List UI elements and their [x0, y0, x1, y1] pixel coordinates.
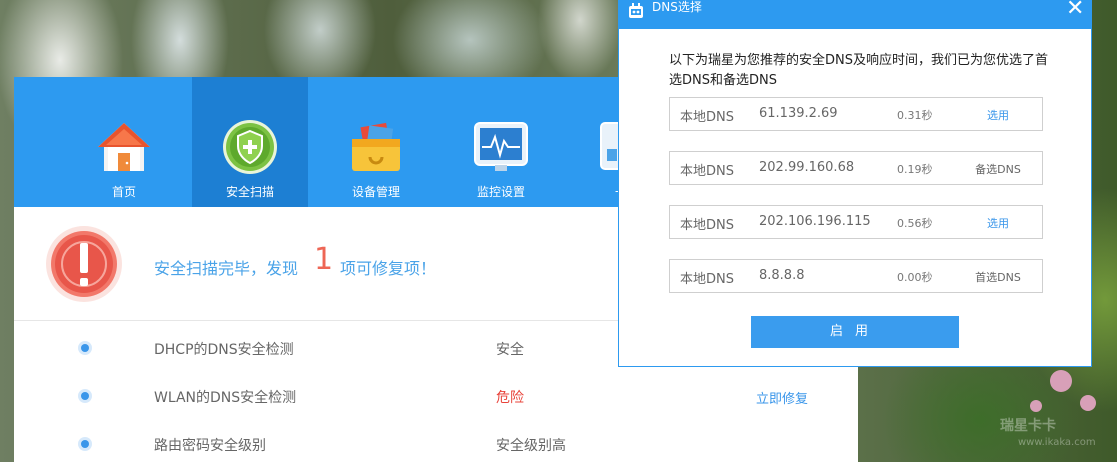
dns-response-time: 0.00秒 — [897, 271, 933, 284]
dns-response-time: 0.56秒 — [897, 217, 933, 230]
nav-label: 首页 — [111, 185, 136, 199]
wallpaper-flower — [1080, 395, 1096, 411]
watermark-logo: 瑞星卡卡 www.ikaka.com — [1000, 415, 1110, 455]
scan-result-suffix: 项可修复项！ — [340, 259, 437, 278]
bullet-icon — [78, 437, 92, 451]
dialog-description: 以下为瑞星为您推荐的安全DNS及响应时间，我们已为您优选了首选DNS和备选DNS — [669, 53, 1048, 88]
dns-ip: 202.106.196.115 — [759, 214, 871, 229]
choose-dns-link[interactable]: 选用 — [970, 215, 1026, 231]
dns-ip: 202.99.160.68 — [759, 160, 855, 175]
home-icon — [98, 123, 150, 171]
nav-home[interactable]: 首页 — [66, 77, 182, 207]
shield-plus-icon — [223, 120, 277, 174]
monitor-icon — [474, 122, 528, 171]
dns-row: 本地DNS 8.8.8.8 0.00秒 首选DNS — [669, 259, 1043, 293]
dialog-title-bar: DNS选择 ✕ — [619, 0, 1091, 29]
close-icon[interactable]: ✕ — [1066, 0, 1084, 20]
nav-monitor-settings[interactable]: 监控设置 — [443, 77, 559, 207]
choose-dns-link[interactable]: 选用 — [970, 107, 1026, 123]
fix-now-link[interactable]: 立即修复 — [756, 388, 808, 407]
nav-device-management[interactable]: 设备管理 — [318, 77, 434, 207]
nav-label: 安全扫描 — [225, 185, 274, 199]
dns-role-badge: 备选DNS — [975, 163, 1021, 176]
check-status: 危险 — [496, 390, 524, 406]
toolbox-icon — [352, 122, 400, 171]
watermark-text: 瑞星卡卡 — [1000, 418, 1056, 434]
dns-ip: 8.8.8.8 — [759, 268, 805, 283]
dns-label: 本地DNS — [680, 218, 734, 233]
dns-row: 本地DNS 202.106.196.115 0.56秒 选用 — [669, 205, 1043, 239]
app-logo-icon — [629, 3, 643, 18]
check-name: WLAN的DNS安全检测 — [154, 390, 297, 406]
dialog-title: DNS选择 — [652, 0, 702, 14]
nav-security-scan[interactable]: 安全扫描 — [192, 77, 308, 207]
dns-response-time: 0.31秒 — [897, 109, 933, 122]
check-name: DHCP的DNS安全检测 — [154, 342, 294, 358]
dns-ip: 61.139.2.69 — [759, 106, 838, 121]
dns-response-time: 0.19秒 — [897, 163, 933, 176]
nav-label: 监控设置 — [476, 185, 525, 199]
check-status: 安全级别高 — [496, 438, 566, 454]
alert-icon — [46, 226, 122, 302]
bullet-icon — [78, 389, 92, 403]
bullet-icon — [78, 341, 92, 355]
check-name: 路由密码安全级别 — [154, 438, 266, 454]
enable-button[interactable]: 启用 — [751, 316, 959, 348]
dns-row: 本地DNS 61.139.2.69 0.31秒 选用 — [669, 97, 1043, 131]
watermark-url: www.ikaka.com — [1018, 437, 1096, 448]
wallpaper-flower — [1030, 400, 1042, 412]
scan-result-count: 1 — [314, 242, 334, 277]
dns-label: 本地DNS — [680, 110, 734, 125]
dns-select-dialog: DNS选择 ✕ 以下为瑞星为您推荐的安全DNS及响应时间，我们已为您优选了首选D… — [618, 0, 1092, 367]
dns-label: 本地DNS — [680, 164, 734, 179]
check-row: WLAN的DNS安全检测 危险 立即修复 — [14, 375, 858, 423]
wallpaper-flower — [1050, 370, 1072, 392]
scan-result-prefix: 安全扫描完毕，发现 — [154, 259, 299, 278]
dns-label: 本地DNS — [680, 272, 734, 287]
check-status: 安全 — [496, 342, 524, 358]
dns-role-badge: 首选DNS — [975, 271, 1021, 284]
check-row: 路由密码安全级别 安全级别高 — [14, 423, 858, 462]
nav-label: 设备管理 — [351, 185, 400, 199]
dns-row: 本地DNS 202.99.160.68 0.19秒 备选DNS — [669, 151, 1043, 185]
